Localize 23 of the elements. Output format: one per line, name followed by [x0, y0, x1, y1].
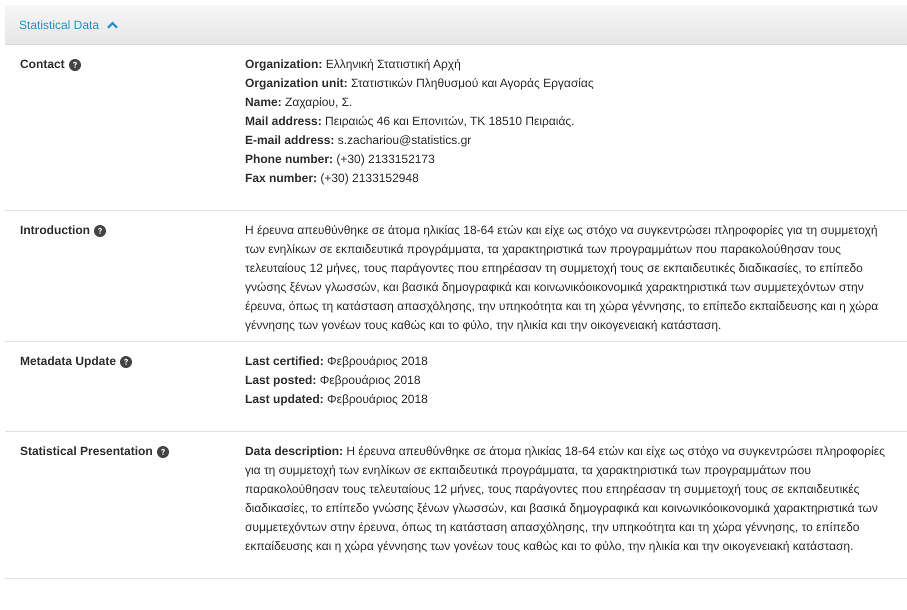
panel-title[interactable]: Statistical Data	[19, 18, 100, 32]
field-line: E-mail address: s.zachariou@statistics.gr	[245, 132, 472, 149]
field-line: Organization: Ελληνική Στατιστική Αρχή	[245, 56, 462, 73]
help-icon[interactable]	[120, 356, 132, 368]
section-label: Statistical Presentation	[20, 443, 153, 460]
section-label: Contact	[20, 56, 65, 73]
help-icon[interactable]	[68, 58, 81, 70]
field-line: Last posted: Φεβρουάριος 2018	[245, 372, 422, 389]
field-line: Mail address: Πειραιώς 46 και Επονιτών, ΤΚ 18510 Πειραιάς.	[245, 113, 576, 130]
section-text: Η έρευνα απευθύνθηκε σε άτομα ηλικίας 18-64 ετών και είχε ως στόχο να συγκεντρώσει πληροφορίες για τη συμμετοχή των ενηλίκων σε εκπαιδευτικά προγράμματα, τα χαρακτηριστικά των προγραμμάτων που παρακολούθησαν τους τελευταίους 12 μήνες, τους παράγοντες που επηρέασαν τη συμμετοχή τους σε εκπαιδευτικές διαδικασίες, το επίπεδο γνώσης ξένων γλωσσών, και βασικά δημογραφικά και κοινωνικόοικονομικά χαρακτηριστικά των συμμετεχόντων στην έρευνα, όπως τη κατάσταση απασχόλησης, την υπηκοότητα και τη χώρα γέννησης, το επίπεδο εκπαίδευσης και η χώρα γέννησης των γονέων τους καθώς και το φύλο, την ηλικία και την οικογενειακή κατάσταση.	[245, 222, 880, 334]
field-line: Name: Ζαχαρίου, Σ.	[245, 94, 354, 111]
field-line: Last certified: Φεβρουάριος 2018	[245, 353, 429, 370]
field-line: Organization unit: Στατιστικών Πληθυσμού και Αγοράς Εργασίας	[245, 75, 595, 92]
help-icon[interactable]	[94, 224, 106, 236]
section-label: Metadata Update	[20, 353, 116, 370]
section-label: Introduction	[20, 222, 90, 239]
help-icon[interactable]	[156, 446, 169, 458]
panel-header[interactable]: Statistical Data	[5, 5, 907, 45]
field-line: Fax number: (+30) 2133152948	[245, 170, 420, 187]
field-line: Last updated: Φεβρουάριος 2018	[245, 391, 429, 408]
field-line: Phone number: (+30) 2133152173	[245, 151, 436, 168]
field-line: Data description: Η έρευνα απευθύνθηκε σε άτομα ηλικίας 18-64 ετών και είχε ως στόχο να συγκεντρώσει πληροφορίες για τη συμμετοχή των ενηλίκων σε εκπαιδευτικά προγράμματα, τα χαρακτηριστικά των προγραμμάτων που παρακολούθησαν τους τελευταίους 12 μήνες, τους παράγοντες που επηρέασαν τη συμμετοχή τους σε εκπαιδευτικές διαδικασίες, το επίπεδο γνώσης ξένων γλωσσών, και βασικά δημογραφικά και κοινωνικόοικονομικά χαρακτηριστικά των συμμετεχόντων στην έρευνα, όπως τη κατάσταση απασχόλησης, την υπηκοότητα και τη χώρα γέννησης, το επίπεδο εκπαίδευσης και η χώρα γέννησης των γονέων τους καθώς και το φύλο, την ηλικία και την οικογενειακή κατάσταση.	[245, 443, 886, 555]
chevron-icon[interactable]	[107, 20, 118, 28]
